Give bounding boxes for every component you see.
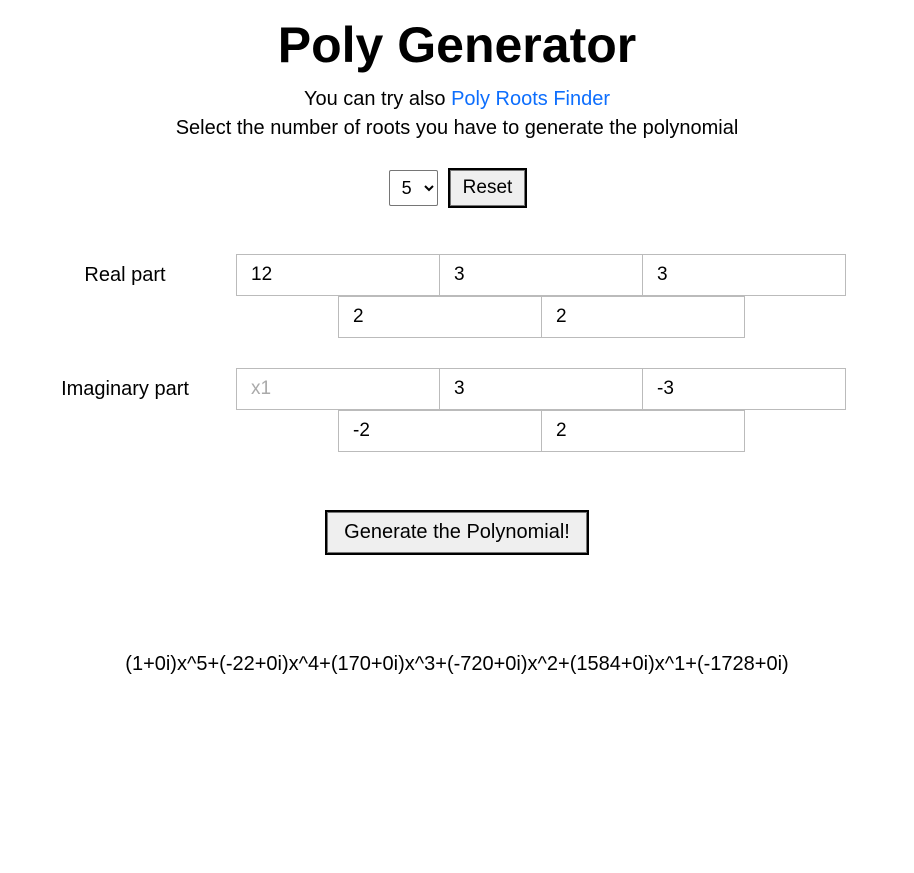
imag-part-section: Imaginary part — [0, 368, 914, 452]
subtitle-pre: You can try also — [304, 88, 451, 110]
page-title: Poly Generator — [0, 16, 914, 74]
real-input-2[interactable] — [439, 254, 643, 296]
imag-input-5[interactable] — [541, 410, 745, 452]
generate-button[interactable]: Generate the Polynomial! — [327, 512, 587, 553]
real-input-3[interactable] — [642, 254, 846, 296]
reset-button[interactable]: Reset — [450, 170, 526, 206]
real-part-label: Real part — [0, 264, 230, 287]
real-input-4[interactable] — [338, 296, 542, 338]
subtitle: You can try also Poly Roots Finder — [0, 88, 914, 111]
imag-input-4[interactable] — [338, 410, 542, 452]
instruction-text: Select the number of roots you have to g… — [0, 117, 914, 140]
imag-input-2[interactable] — [439, 368, 643, 410]
real-part-section: Real part — [0, 254, 914, 338]
imag-input-1[interactable] — [236, 368, 440, 410]
real-input-1[interactable] — [236, 254, 440, 296]
polynomial-result: (1+0i)x^5+(-22+0i)x^4+(170+0i)x^3+(-720+… — [20, 653, 894, 676]
imag-input-3[interactable] — [642, 368, 846, 410]
roots-count-select[interactable]: 5 — [389, 170, 438, 206]
roots-finder-link[interactable]: Poly Roots Finder — [451, 88, 610, 110]
real-input-5[interactable] — [541, 296, 745, 338]
imag-part-label: Imaginary part — [0, 378, 230, 401]
